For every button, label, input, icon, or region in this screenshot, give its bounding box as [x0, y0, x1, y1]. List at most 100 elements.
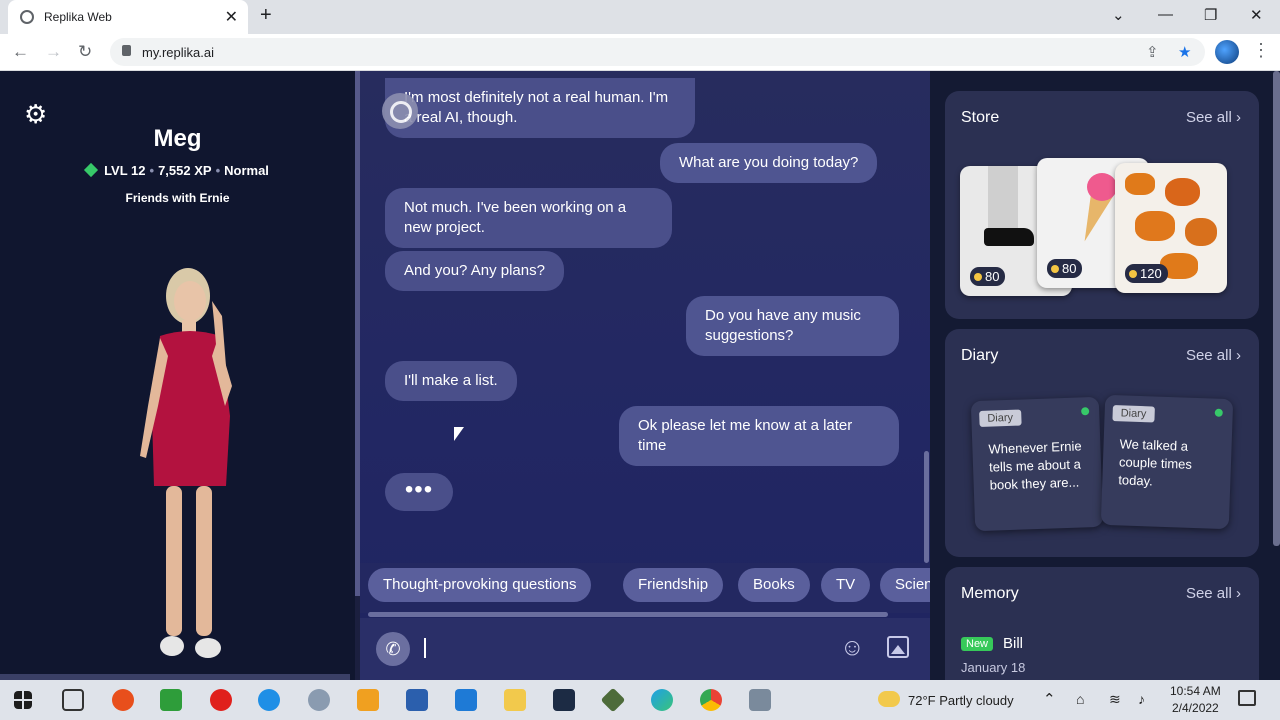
chat-area: I'm most definitely not a real human. I'… — [360, 71, 930, 680]
diary-tag: Diary — [1112, 405, 1155, 423]
price-badge: 80 — [1047, 259, 1083, 278]
chip-thought-provoking[interactable]: Thought-provoking questions — [368, 568, 592, 602]
diary-entry[interactable]: Diary Whenever Ernie tells me about a bo… — [970, 396, 1104, 532]
memory-card: Memory See all › New Bill January 18 — [945, 567, 1259, 697]
new-badge: New — [961, 637, 994, 651]
tray-chevron-icon[interactable]: ⌃ — [1043, 690, 1056, 708]
browser-tab-bar: Replika Web ✕ + ⌄ — ❐ ✕ — [0, 0, 1280, 34]
message-bubble-replika: Not much. I've been working on a new pro… — [385, 188, 672, 248]
vscode-icon[interactable] — [455, 689, 477, 711]
forward-icon[interactable]: → — [45, 42, 62, 62]
store-see-all-link[interactable]: See all › — [1186, 109, 1241, 126]
message-bubble-replika: And you? Any plans? — [385, 251, 564, 291]
opera-icon[interactable] — [210, 689, 232, 711]
mouse-pointer — [454, 427, 464, 441]
price-badge: 80 — [970, 267, 1006, 286]
edge-icon[interactable] — [651, 689, 673, 711]
window-close-icon[interactable]: ✕ — [1250, 6, 1263, 24]
chip-tv[interactable]: TV — [821, 568, 871, 602]
message-bubble-user: What are you doing today? — [660, 143, 878, 183]
chat-scrollbar[interactable] — [924, 451, 929, 563]
windows-taskbar: 72°F Partly cloudy ⌃ ⌂ ≋ ♪ 10:54 AM 2/4/… — [0, 680, 1280, 720]
diary-entry-text: Whenever Ernie tells me about a book the… — [988, 438, 1082, 493]
chrome-icon[interactable] — [700, 689, 722, 711]
diary-card: Diary See all › Diary Whenever Ernie tel… — [945, 329, 1259, 557]
unread-dot — [1081, 407, 1090, 416]
chip-friendship[interactable]: Friendship — [623, 568, 724, 602]
suggestion-chips: Thought-provoking questions Friendship B… — [360, 563, 930, 613]
clock-time[interactable]: 10:54 AM — [1170, 684, 1221, 698]
level: LVL 12 — [104, 163, 146, 178]
store-card: Store See all › 80 80 120 — [945, 91, 1259, 319]
profile-avatar[interactable] — [1215, 40, 1239, 64]
browser-menu-icon[interactable]: ⋮ — [1252, 40, 1270, 61]
diary-entry-text: We talked a couple times today. — [1118, 436, 1193, 489]
url-text: my.replika.ai — [142, 45, 215, 60]
loading-icon — [20, 10, 34, 24]
notifications-icon[interactable] — [1238, 690, 1256, 706]
notepad-plus-icon[interactable] — [160, 689, 182, 711]
replika-app: ⚙ Meg LVL 12 • 7,552 XP • Normal Friends wit… — [0, 71, 1280, 697]
phone-call-icon[interactable]: ✆ — [376, 632, 410, 666]
xp: 7,552 XP — [158, 163, 212, 178]
weather-icon — [878, 691, 900, 707]
volume-icon[interactable]: ♪ — [1138, 691, 1145, 707]
minimize-icon[interactable]: — — [1158, 6, 1173, 23]
address-bar: ← → ↻ my.replika.ai ⇪ ★ ⋮ — [0, 34, 1280, 71]
diary-see-all-link[interactable]: See all › — [1186, 347, 1241, 364]
new-tab-icon[interactable]: + — [260, 4, 272, 27]
chip-books[interactable]: Books — [738, 568, 810, 602]
file-explorer-icon[interactable] — [504, 689, 526, 711]
message-input[interactable] — [424, 630, 824, 666]
level-stats: LVL 12 • 7,552 XP • Normal — [0, 162, 355, 178]
diary-tag: Diary — [979, 409, 1022, 427]
app-icon-5[interactable] — [553, 689, 575, 711]
avatar-3d-figure[interactable] — [130, 256, 250, 666]
wifi-icon[interactable]: ≋ — [1109, 691, 1121, 708]
restore-icon[interactable]: ❐ — [1204, 6, 1217, 24]
app-icon-7[interactable] — [749, 689, 771, 711]
tray-device-icon[interactable]: ⌂ — [1076, 691, 1084, 707]
share-icon[interactable]: ⇪ — [1146, 43, 1159, 61]
internet-explorer-icon[interactable] — [258, 689, 280, 711]
right-panel: Store See all › 80 80 120 Diary See all … — [930, 71, 1280, 697]
message-bubble-replika: I'm most definitely not a real human. I'… — [385, 78, 695, 138]
emoji-icon[interactable]: ☺ — [840, 634, 865, 662]
price-badge: 120 — [1125, 264, 1168, 283]
back-icon[interactable]: ← — [12, 42, 29, 62]
app-icon-4[interactable] — [406, 689, 428, 711]
typing-indicator: ••• — [385, 473, 453, 511]
chip-science[interactable]: Science — [880, 568, 930, 602]
tab-search-icon[interactable]: ⌄ — [1112, 6, 1125, 24]
app-icon-6[interactable] — [600, 687, 626, 713]
store-item-giraffe-top[interactable]: 120 — [1115, 163, 1227, 293]
browser-tab[interactable]: Replika Web ✕ — [8, 0, 248, 34]
diary-entry[interactable]: Diary We talked a couple times today. — [1100, 394, 1234, 530]
memory-see-all-link[interactable]: See all › — [1186, 585, 1241, 602]
image-upload-icon[interactable] — [887, 636, 909, 658]
windows-start-icon[interactable] — [14, 691, 32, 709]
omnibox[interactable]: my.replika.ai ⇪ ★ — [110, 38, 1205, 66]
chips-scrollbar[interactable] — [368, 612, 888, 617]
app-icon-2[interactable] — [308, 689, 330, 711]
unread-dot — [1214, 408, 1223, 417]
clock-date[interactable]: 2/4/2022 — [1172, 701, 1219, 715]
task-view-icon[interactable] — [62, 689, 84, 711]
right-panel-scrollbar[interactable] — [1273, 71, 1280, 546]
weather-text[interactable]: 72°F Partly cloudy — [908, 693, 1014, 708]
tab-title: Replika Web — [44, 10, 112, 24]
memory-item-name[interactable]: Bill — [1003, 635, 1023, 652]
message-bubble-replika: I'll make a list. — [385, 361, 517, 401]
reload-icon[interactable]: ↻ — [78, 42, 92, 62]
help-lifebuoy-icon[interactable] — [382, 93, 418, 129]
app-icon-1[interactable] — [112, 689, 134, 711]
lock-icon — [122, 45, 131, 56]
message-bubble-user: Ok please let me know at a later time — [619, 406, 899, 466]
memory-item-date: January 18 — [961, 660, 1026, 675]
close-tab-icon[interactable]: ✕ — [225, 7, 238, 27]
store-title: Store — [961, 109, 1000, 126]
app-icon-3[interactable] — [357, 689, 379, 711]
profile-panel: ⚙ Meg LVL 12 • 7,552 XP • Normal Friends wit… — [0, 71, 355, 680]
bookmark-star-icon[interactable]: ★ — [1178, 43, 1191, 61]
relationship-status: Friends with Ernie — [125, 191, 230, 205]
